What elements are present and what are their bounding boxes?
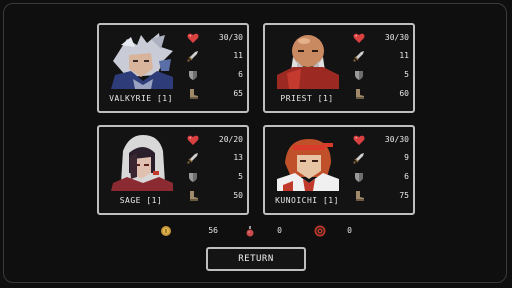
valkyrie-portrait	[107, 31, 177, 89]
hp-value: 30/30	[218, 33, 243, 42]
potion-value: 0	[277, 226, 282, 235]
attack-stat: 9	[353, 152, 409, 164]
party-status-screen: VALKYRIE [1] 30/30 11 6 65 PRIEST [1] 30…	[0, 0, 512, 288]
character-name: KUNOICHI [1]	[275, 196, 339, 205]
defense-value: 5	[404, 70, 409, 79]
heart-icon	[187, 33, 199, 43]
defense-value: 6	[404, 172, 409, 181]
hp-value: 20/20	[218, 135, 243, 144]
speed-value: 60	[399, 89, 409, 98]
defense-value: 6	[238, 70, 243, 79]
speed-stat: 75	[353, 190, 409, 202]
heart-icon	[187, 135, 199, 145]
speed-stat: 50	[187, 190, 243, 202]
sword-icon	[187, 153, 198, 164]
attack-value: 11	[233, 51, 243, 60]
hp-value: 30/30	[384, 135, 409, 144]
boot-icon	[356, 89, 364, 99]
attack-value: 11	[399, 51, 409, 60]
defense-stat: 6	[353, 171, 409, 183]
sage-portrait	[107, 133, 177, 191]
defense-value: 5	[238, 172, 243, 181]
hp-stat: 30/30	[353, 134, 409, 146]
hp-stat: 20/20	[187, 134, 243, 146]
boot-icon	[356, 191, 364, 201]
speed-stat: 65	[187, 88, 243, 100]
defense-stat: 6	[187, 69, 243, 81]
screen-frame	[3, 3, 507, 283]
attack-stat: 11	[187, 50, 243, 62]
speed-value: 65	[233, 89, 243, 98]
gold-value: 56	[208, 226, 218, 235]
attack-value: 13	[233, 153, 243, 162]
shield-icon	[189, 173, 197, 182]
hp-value: 30/30	[384, 33, 409, 42]
target-value: 0	[347, 226, 352, 235]
attack-stat: 13	[187, 152, 243, 164]
defense-stat: 5	[187, 171, 243, 183]
shield-icon	[355, 173, 363, 182]
hp-stat: 30/30	[353, 32, 409, 44]
target-icon	[314, 225, 326, 237]
character-card-sage[interactable]: SAGE [1] 20/20 13 5 50	[97, 125, 249, 215]
sword-icon	[353, 51, 364, 62]
heart-icon	[353, 33, 365, 43]
return-button[interactable]: RETURN	[206, 247, 306, 271]
hp-stat: 30/30	[187, 32, 243, 44]
sword-icon	[187, 51, 198, 62]
attack-value: 9	[404, 153, 409, 162]
heart-icon	[353, 135, 365, 145]
character-name: PRIEST [1]	[280, 94, 334, 103]
speed-stat: 60	[353, 88, 409, 100]
character-name: VALKYRIE [1]	[109, 94, 173, 103]
priest-portrait	[273, 31, 343, 89]
shield-icon	[189, 71, 197, 80]
defense-stat: 5	[353, 69, 409, 81]
shield-icon	[355, 71, 363, 80]
character-card-priest[interactable]: PRIEST [1] 30/30 11 5 60	[263, 23, 415, 113]
gold-resource: 56	[160, 225, 218, 237]
character-card-kunoichi[interactable]: KUNOICHI [1] 30/30 9 6 75	[263, 125, 415, 215]
sword-icon	[353, 153, 364, 164]
potion-icon	[246, 226, 254, 237]
kunoichi-portrait	[273, 133, 343, 191]
gold-coin-icon	[161, 226, 171, 236]
attack-stat: 11	[353, 50, 409, 62]
character-card-valkyrie[interactable]: VALKYRIE [1] 30/30 11 6 65	[97, 23, 249, 113]
boot-icon	[190, 191, 198, 201]
speed-value: 50	[233, 191, 243, 200]
potion-resource: 0	[244, 225, 282, 237]
speed-value: 75	[399, 191, 409, 200]
target-resource: 0	[314, 225, 352, 237]
character-name: SAGE [1]	[119, 196, 163, 205]
boot-icon	[190, 89, 198, 99]
